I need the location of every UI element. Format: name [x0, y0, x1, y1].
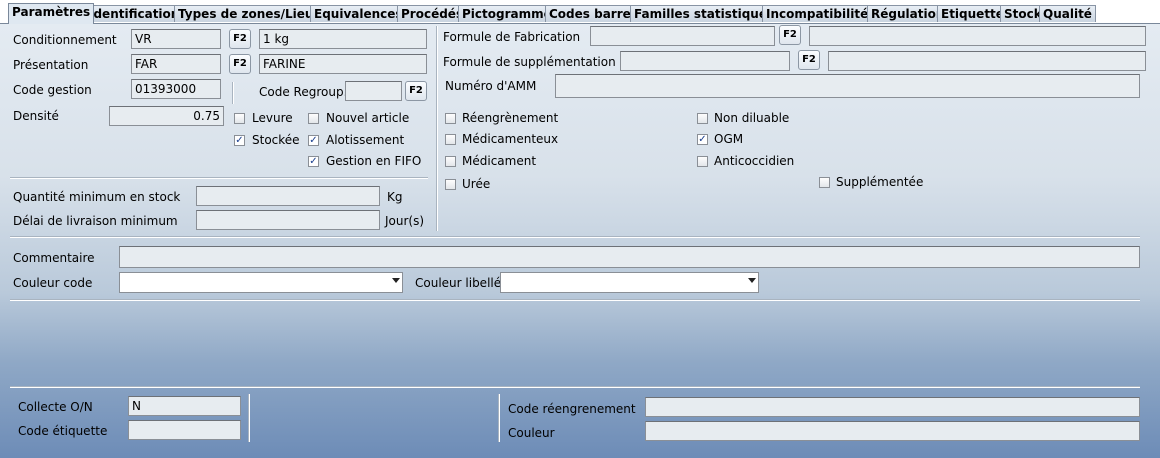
code-gestion-label: Code gestion	[13, 83, 92, 97]
couleur-libelle-select[interactable]	[500, 272, 759, 293]
formule-fab-desc-field	[809, 26, 1146, 46]
couleur-code-select[interactable]	[119, 272, 403, 293]
code-regroup-label: Code Regroup.	[259, 85, 348, 99]
divider	[232, 82, 234, 104]
code-gestion-field[interactable]: 01393000	[131, 79, 221, 99]
tab-familles-statistiques[interactable]: Familles statistiques	[630, 5, 779, 22]
code-reengrenement-label: Code réengrenement	[508, 402, 636, 416]
couleur-libelle-label: Couleur libellé	[415, 276, 502, 290]
code-reengrenement-field[interactable]	[645, 397, 1140, 417]
collecte-label: Collecte O/N	[18, 400, 93, 414]
commentaire-label: Commentaire	[13, 251, 95, 265]
divider	[10, 236, 1140, 238]
uree-checkbox[interactable]	[445, 179, 456, 190]
tab-equivalences[interactable]: Equivalences	[310, 5, 407, 22]
chevron-down-icon	[392, 278, 400, 283]
qte-min-label: Quantité minimum en stock	[13, 190, 181, 204]
conditionnement-desc-field[interactable]: 1 kg	[259, 29, 427, 49]
anticoccidien-label: Anticoccidien	[714, 154, 795, 168]
divider	[248, 394, 250, 442]
commentaire-field[interactable]	[119, 246, 1140, 268]
presentation-code-field[interactable]: FAR	[131, 54, 221, 74]
divider	[10, 386, 1140, 388]
parametres-panel: Conditionnement VR F2 1 kg Présentation …	[0, 23, 1160, 458]
code-regroup-field[interactable]	[345, 81, 402, 101]
delai-unit: Jour(s)	[385, 214, 425, 228]
nouvel-article-label: Nouvel article	[326, 111, 410, 125]
code-etiquette-label: Code étiquette	[18, 424, 108, 438]
qte-min-unit: Kg	[387, 190, 403, 204]
delai-label: Délai de livraison minimum	[13, 214, 178, 228]
medicamenteux-checkbox[interactable]	[445, 134, 456, 145]
stockee-checkbox[interactable]: ✓	[234, 135, 245, 146]
fifo-checkbox[interactable]: ✓	[308, 156, 319, 167]
non-diluable-label: Non diluable	[714, 111, 790, 125]
ogm-label: OGM	[714, 132, 744, 146]
anticoccidien-checkbox[interactable]	[697, 156, 708, 167]
divider	[10, 177, 428, 179]
medicamenteux-label: Médicamenteux	[462, 132, 559, 146]
formule-fab-label: Formule de Fabrication	[443, 30, 581, 44]
supplementee-checkbox[interactable]	[819, 177, 830, 188]
formule-sup-field[interactable]	[620, 51, 790, 71]
tab-bar: Paramètres Identification Types de zones…	[0, 0, 1160, 24]
tab-qualite[interactable]: Qualité	[1039, 5, 1096, 22]
delai-field[interactable]	[196, 210, 380, 230]
amm-label: Numéro d'AMM	[445, 79, 537, 93]
amm-field[interactable]	[555, 74, 1140, 98]
densite-field[interactable]: 0.75	[109, 106, 224, 126]
levure-label: Levure	[252, 111, 293, 125]
reengrenement-label: Réengrènement	[462, 111, 559, 125]
divider	[10, 299, 1140, 301]
presentation-f2-button[interactable]: F2	[229, 54, 251, 74]
formule-fab-field[interactable]	[590, 26, 775, 46]
uree-label: Urée	[462, 177, 491, 191]
tab-parametres[interactable]: Paramètres	[8, 3, 95, 24]
presentation-label: Présentation	[13, 58, 89, 72]
tab-codes-barres[interactable]: Codes barres	[545, 5, 642, 22]
tab-identification[interactable]: Identification	[85, 5, 184, 22]
levure-checkbox[interactable]	[234, 113, 245, 124]
presentation-desc-field[interactable]: FARINE	[259, 54, 427, 74]
tab-etiquette[interactable]: Etiquette	[937, 5, 1008, 22]
alotissement-label: Alotissement	[326, 133, 405, 147]
couleur-code-label: Couleur code	[13, 276, 93, 290]
formule-sup-desc-field	[828, 51, 1146, 71]
code-etiquette-field[interactable]	[128, 420, 241, 440]
collecte-field[interactable]: N	[128, 396, 241, 416]
conditionnement-label: Conditionnement	[13, 33, 117, 47]
densite-label: Densité	[13, 109, 59, 123]
tab-incompatibilites[interactable]: Incompatibilités	[762, 5, 880, 22]
qte-min-field[interactable]	[196, 186, 380, 206]
supplementee-label: Supplémentée	[836, 175, 924, 189]
chevron-down-icon	[748, 278, 756, 283]
column-divider	[436, 26, 438, 231]
stockee-label: Stockée	[252, 133, 300, 147]
conditionnement-f2-button[interactable]: F2	[229, 29, 251, 49]
formule-sup-f2-button[interactable]: F2	[798, 50, 820, 70]
medicament-checkbox[interactable]	[445, 156, 456, 167]
couleur-field[interactable]	[645, 421, 1140, 441]
tab-types-zones-lieux[interactable]: Types de zones/Lieux	[174, 5, 326, 22]
fifo-label: Gestion en FIFO	[326, 154, 422, 168]
alotissement-checkbox[interactable]: ✓	[308, 135, 319, 146]
reengrenement-checkbox[interactable]	[445, 113, 456, 124]
conditionnement-code-field[interactable]: VR	[131, 29, 221, 49]
tab-pictogramme[interactable]: Pictogramme	[458, 5, 556, 22]
ogm-checkbox[interactable]: ✓	[697, 134, 708, 145]
medicament-label: Médicament	[462, 154, 537, 168]
divider	[498, 394, 500, 442]
formule-fab-f2-button[interactable]: F2	[779, 25, 801, 45]
nouvel-article-checkbox[interactable]	[308, 113, 319, 124]
tab-procedes[interactable]: Procédés	[397, 5, 468, 22]
non-diluable-checkbox[interactable]	[697, 113, 708, 124]
formule-sup-label: Formule de supplémentation	[443, 55, 616, 69]
couleur-label: Couleur	[508, 426, 555, 440]
code-regroup-f2-button[interactable]: F2	[405, 81, 427, 101]
